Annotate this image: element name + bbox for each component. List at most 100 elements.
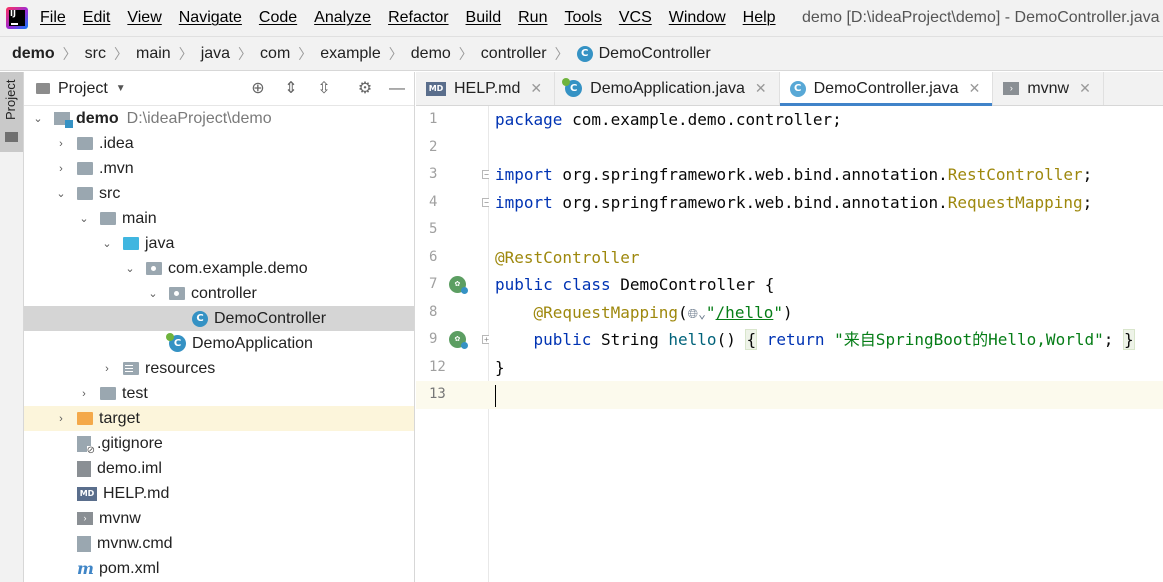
tree-label: controller xyxy=(191,284,257,302)
locate-target-icon[interactable]: ⊕ xyxy=(249,80,267,98)
chevron-down-icon[interactable]: ⌄ xyxy=(55,187,67,200)
close-icon[interactable]: ✕ xyxy=(530,80,542,97)
chevron-down-icon[interactable]: ⌄ xyxy=(78,212,90,225)
breadcrumb-separator-icon: 〉 xyxy=(114,45,128,62)
tab-help-md[interactable]: MD HELP.md ✕ xyxy=(416,72,556,105)
breadcrumb-item-example[interactable]: example xyxy=(320,45,380,63)
folder-icon xyxy=(77,162,93,175)
tree-item-resources[interactable]: › resources xyxy=(24,356,414,381)
menu-analyze[interactable]: Analyze xyxy=(314,9,371,27)
chevron-down-icon[interactable]: ⌄ xyxy=(147,287,159,300)
tree-item-src[interactable]: ⌄ src xyxy=(24,181,414,206)
chevron-down-icon[interactable]: ⌄ xyxy=(32,112,44,125)
spring-bean-icon[interactable]: ✿ xyxy=(449,276,468,294)
folder-icon xyxy=(100,387,116,400)
menu-vcs[interactable]: VCS xyxy=(619,9,652,27)
project-panel: Project ▼ ⊕ ⇕ ⇳ ⚙ — ⌄ demo D:\ideaProjec… xyxy=(24,72,415,582)
project-tool-window-tab[interactable]: Project xyxy=(0,72,23,152)
breadcrumb-item-democontroller[interactable]: DemoController xyxy=(599,45,711,63)
menu-help[interactable]: Help xyxy=(743,9,776,27)
tree-item-target[interactable]: › target xyxy=(24,406,414,431)
line-number: 9 xyxy=(429,331,438,347)
menu-tools[interactable]: Tools xyxy=(564,9,601,27)
tree-item-mvn[interactable]: › .mvn xyxy=(24,156,414,181)
code-line-13 xyxy=(489,381,1163,409)
tree-item-democontroller[interactable]: C DemoController xyxy=(24,306,414,331)
tree-label: target xyxy=(99,409,140,427)
code-text: org.springframework.web.bind.annotation. xyxy=(552,192,948,212)
breadcrumb-item-com[interactable]: com xyxy=(260,45,290,63)
tree-item-pom-xml[interactable]: m pom.xml xyxy=(24,556,414,581)
tree-item-mvnw[interactable]: › mvnw xyxy=(24,506,414,531)
project-view-selector[interactable]: Project xyxy=(58,80,108,98)
ignored-file-icon xyxy=(77,435,95,456)
menu-run[interactable]: Run xyxy=(518,9,547,27)
menu-window[interactable]: Window xyxy=(669,9,726,27)
breadcrumb: demo 〉 src 〉 main 〉 java 〉 com 〉 example… xyxy=(0,36,1163,71)
chevron-right-icon[interactable]: › xyxy=(78,388,90,400)
string-literal: "来自SpringBoot的Hello,World" xyxy=(834,330,1104,349)
keyword: return xyxy=(757,330,835,349)
tree-item-demoapplication[interactable]: C DemoApplication xyxy=(24,331,414,356)
chevron-right-icon[interactable]: › xyxy=(101,363,113,375)
tree-item-idea[interactable]: › .idea xyxy=(24,131,414,156)
string-quote: " xyxy=(705,302,716,322)
tree-item-com-example-demo[interactable]: ⌄ com.example.demo xyxy=(24,256,414,281)
expand-all-icon[interactable]: ⇕ xyxy=(282,80,300,98)
tree-item-test[interactable]: › test xyxy=(24,381,414,406)
code-editor[interactable]: package com.example.demo.controller; imp… xyxy=(489,106,1163,582)
line-number-row: 9 ✿ + xyxy=(416,326,491,354)
breadcrumb-item-main[interactable]: main xyxy=(136,45,171,63)
menu-build[interactable]: Build xyxy=(466,9,502,27)
tree-item-mvnw-cmd[interactable]: mvnw.cmd xyxy=(24,531,414,556)
chevron-right-icon[interactable]: › xyxy=(55,163,67,175)
chevron-down-icon[interactable]: ⌄ xyxy=(124,262,136,275)
text-cursor xyxy=(495,384,496,407)
spring-endpoint-icon[interactable]: ✿ xyxy=(449,331,468,349)
chevron-right-icon[interactable]: › xyxy=(55,413,67,425)
close-icon[interactable]: ✕ xyxy=(1079,80,1091,97)
menu-file[interactable]: File xyxy=(40,9,66,27)
menu-bar: IJ File Edit View Navigate Code Analyze … xyxy=(0,0,1163,36)
chevron-down-icon[interactable]: ⌄ xyxy=(101,237,113,250)
close-icon[interactable]: ✕ xyxy=(969,80,981,97)
method-name: hello xyxy=(668,330,717,349)
folded-brace[interactable]: } xyxy=(1123,329,1135,350)
hide-panel-icon[interactable]: — xyxy=(388,80,406,98)
tree-label: demo xyxy=(76,109,119,127)
line-number-row: 7 ✿ xyxy=(416,271,489,299)
tab-democontroller[interactable]: C DemoController.java ✕ xyxy=(779,72,994,106)
chevron-right-icon[interactable]: › xyxy=(55,138,67,150)
excluded-folder-icon xyxy=(77,412,93,425)
tree-item-gitignore[interactable]: .gitignore xyxy=(24,431,414,456)
chevron-down-icon[interactable]: ▼ xyxy=(116,83,126,94)
globe-icon[interactable]: 🌐︎⌄ xyxy=(688,307,706,322)
tree-item-main[interactable]: ⌄ main xyxy=(24,206,414,231)
folded-brace[interactable]: { xyxy=(745,329,758,350)
tree-item-help-md[interactable]: MD HELP.md xyxy=(24,481,414,506)
breadcrumb-item-demo[interactable]: demo xyxy=(12,45,55,63)
code-text: ; xyxy=(1103,330,1123,349)
url-string[interactable]: /hello xyxy=(716,303,774,322)
menu-code[interactable]: Code xyxy=(259,9,297,27)
menu-navigate[interactable]: Navigate xyxy=(179,9,242,27)
collapse-all-icon[interactable]: ⇳ xyxy=(315,80,333,98)
breadcrumb-item-controller[interactable]: controller xyxy=(481,45,547,63)
menu-edit[interactable]: Edit xyxy=(83,9,111,27)
gear-icon[interactable]: ⚙ xyxy=(356,80,374,98)
tab-demoapplication[interactable]: C DemoApplication.java ✕ xyxy=(555,72,780,105)
tree-item-demo-iml[interactable]: demo.iml xyxy=(24,456,414,481)
annotation: @RestController xyxy=(495,247,640,267)
menu-view[interactable]: View xyxy=(127,9,161,27)
code-line-8: @RequestMapping(🌐︎⌄"/hello") xyxy=(489,299,1163,327)
breadcrumb-item-src[interactable]: src xyxy=(85,45,106,63)
tab-mvnw[interactable]: › mvnw ✕ xyxy=(993,72,1104,105)
line-number: 3 xyxy=(429,166,438,182)
breadcrumb-item-demo-package[interactable]: demo xyxy=(411,45,451,63)
menu-refactor[interactable]: Refactor xyxy=(388,9,448,27)
breadcrumb-item-java[interactable]: java xyxy=(201,45,230,63)
tree-item-java[interactable]: ⌄ java xyxy=(24,231,414,256)
tree-item-controller[interactable]: ⌄ controller xyxy=(24,281,414,306)
tree-item-demo[interactable]: ⌄ demo D:\ideaProject\demo xyxy=(24,106,414,131)
close-icon[interactable]: ✕ xyxy=(755,80,767,97)
